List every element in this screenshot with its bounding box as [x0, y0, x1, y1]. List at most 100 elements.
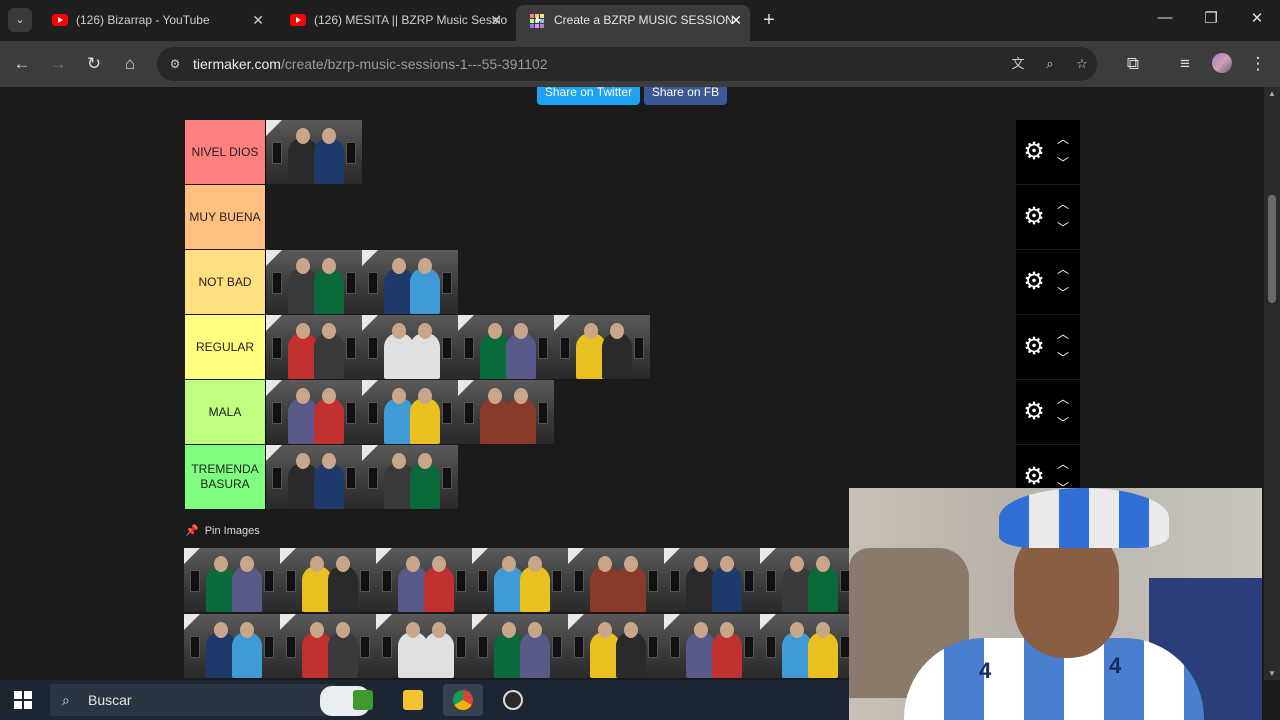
site-info-icon[interactable]: ⚙: [167, 56, 183, 72]
extensions-icon[interactable]: ⧉: [1121, 52, 1145, 76]
media-control-icon[interactable]: ≡: [1173, 52, 1197, 76]
scroll-up-icon[interactable]: ▲: [1266, 89, 1278, 98]
pin-images-toggle[interactable]: 📌 Pin Images: [185, 524, 260, 537]
home-icon[interactable]: ⌂: [118, 52, 142, 76]
tier-image[interactable]: [362, 445, 458, 509]
tier-list: NIVEL DIOS ⚙ ︿ ﹀ MUY BUENA ⚙ ︿ ﹀ NOT BAD ⚙ ︿ ﹀ REGUL…: [185, 120, 1080, 510]
bookmark-star-icon[interactable]: ☆: [1073, 55, 1091, 73]
taskbar-file-explorer[interactable]: [393, 684, 433, 716]
chevron-down-icon[interactable]: ﹀: [1054, 286, 1072, 300]
gear-icon[interactable]: ⚙: [1022, 335, 1046, 359]
tier-drop-zone[interactable]: [265, 250, 1016, 314]
obs-icon: [503, 690, 523, 710]
chevron-down-icon[interactable]: ﹀: [1054, 156, 1072, 170]
pool-image[interactable]: [568, 614, 664, 678]
pool-image[interactable]: [376, 614, 472, 678]
pool-image[interactable]: [376, 548, 472, 612]
menu-icon[interactable]: ⋮: [1246, 52, 1270, 76]
forward-icon[interactable]: →: [46, 52, 70, 76]
profile-avatar[interactable]: [1212, 53, 1232, 73]
url-text[interactable]: tiermaker.com/create/bzrp-music-sessions…: [193, 56, 548, 72]
tab-strip: ⌄ (126) Bizarrap - YouTube ✕ (126) MESIT…: [0, 0, 1280, 41]
pool-image[interactable]: [472, 548, 568, 612]
taskbar-obs[interactable]: [493, 684, 533, 716]
chevron-up-icon[interactable]: ︿: [1054, 197, 1072, 211]
tier-image[interactable]: [266, 315, 362, 379]
tier-image[interactable]: [266, 445, 362, 509]
close-tab-icon[interactable]: ✕: [252, 6, 264, 35]
tier-label[interactable]: MALA: [185, 380, 265, 444]
pool-image[interactable]: [184, 548, 280, 612]
tier-image[interactable]: [458, 380, 554, 444]
gear-icon[interactable]: ⚙: [1022, 465, 1046, 489]
zoom-icon[interactable]: ⌕: [1041, 55, 1059, 73]
back-icon[interactable]: ←: [10, 52, 34, 76]
new-tab-button[interactable]: +: [758, 9, 780, 31]
translate-icon[interactable]: 文: [1009, 55, 1027, 73]
tier-image[interactable]: [458, 315, 554, 379]
gear-icon[interactable]: ⚙: [1022, 400, 1046, 424]
tab-search-button[interactable]: ⌄: [8, 8, 32, 32]
minimize-icon[interactable]: —: [1154, 9, 1176, 26]
close-window-icon[interactable]: ✕: [1246, 9, 1268, 27]
tier-drop-zone[interactable]: [265, 380, 1016, 444]
tier-row: REGULAR ⚙ ︿ ﹀: [185, 315, 1080, 380]
chevron-up-icon[interactable]: ︿: [1054, 262, 1072, 276]
close-tab-icon[interactable]: ✕: [730, 5, 742, 36]
share-twitter-button[interactable]: Share on Twitter: [537, 87, 640, 105]
gear-icon[interactable]: ⚙: [1022, 140, 1046, 164]
tier-label[interactable]: REGULAR: [185, 315, 265, 379]
tier-drop-zone[interactable]: [265, 120, 1016, 184]
pool-image[interactable]: [664, 548, 760, 612]
tab-bizarrap-youtube[interactable]: (126) Bizarrap - YouTube ✕: [38, 6, 272, 35]
chevron-down-icon[interactable]: ﹀: [1054, 351, 1072, 365]
chevron-up-icon[interactable]: ︿: [1054, 392, 1072, 406]
tier-row: MUY BUENA ⚙ ︿ ﹀: [185, 185, 1080, 250]
restore-icon[interactable]: ❐: [1200, 9, 1222, 27]
tier-image[interactable]: [266, 120, 362, 184]
tier-label[interactable]: TREMENDA BASURA: [185, 445, 265, 509]
chevron-down-icon[interactable]: ﹀: [1054, 416, 1072, 430]
pool-image[interactable]: [184, 614, 280, 678]
tier-image[interactable]: [362, 315, 458, 379]
taskbar-chrome[interactable]: [443, 684, 483, 716]
tiermaker-icon: [530, 14, 544, 28]
pool-image[interactable]: [664, 614, 760, 678]
page-scrollbar[interactable]: ▲ ▼: [1264, 87, 1280, 680]
pool-image[interactable]: [280, 548, 376, 612]
gear-icon[interactable]: ⚙: [1022, 270, 1046, 294]
tier-label[interactable]: NIVEL DIOS: [185, 120, 265, 184]
chevron-up-icon[interactable]: ︿: [1054, 327, 1072, 341]
tier-image[interactable]: [362, 380, 458, 444]
taskbar-minecraft[interactable]: [343, 684, 383, 716]
pool-image[interactable]: [760, 614, 849, 678]
gear-icon[interactable]: ⚙: [1022, 205, 1046, 229]
tier-label[interactable]: MUY BUENA: [185, 185, 265, 249]
scrollbar-thumb[interactable]: [1268, 195, 1276, 303]
chevron-up-icon[interactable]: ︿: [1054, 132, 1072, 146]
pool-image[interactable]: [472, 614, 568, 678]
windows-start-icon[interactable]: [14, 691, 32, 709]
pool-image[interactable]: [568, 548, 664, 612]
tier-image[interactable]: [266, 250, 362, 314]
tier-row: MALA ⚙ ︿ ﹀: [185, 380, 1080, 445]
tier-image[interactable]: [266, 380, 362, 444]
taskbar-search[interactable]: ⌕ Buscar: [50, 684, 370, 716]
reload-icon[interactable]: ↻: [82, 52, 106, 76]
scroll-down-icon[interactable]: ▼: [1266, 669, 1278, 678]
share-fb-button[interactable]: Share on FB: [644, 87, 727, 105]
tab-mesita[interactable]: (126) MESITA || BZRP Music Sessio ✕: [276, 6, 510, 35]
chevron-up-icon[interactable]: ︿: [1054, 457, 1072, 471]
tier-label[interactable]: NOT BAD: [185, 250, 265, 314]
close-tab-icon[interactable]: ✕: [490, 6, 502, 35]
address-bar[interactable]: ⚙ tiermaker.com/create/bzrp-music-sessio…: [157, 47, 1097, 81]
tab-tiermaker[interactable]: Create a BZRP MUSIC SESSION ✕: [516, 5, 750, 41]
chevron-down-icon[interactable]: ﹀: [1054, 221, 1072, 235]
tab-title: Create a BZRP MUSIC SESSION: [554, 13, 734, 27]
tier-drop-zone[interactable]: [265, 185, 1016, 249]
pool-image[interactable]: [760, 548, 849, 612]
pool-image[interactable]: [280, 614, 376, 678]
tier-drop-zone[interactable]: [265, 315, 1016, 379]
tier-image[interactable]: [362, 250, 458, 314]
tier-image[interactable]: [554, 315, 650, 379]
